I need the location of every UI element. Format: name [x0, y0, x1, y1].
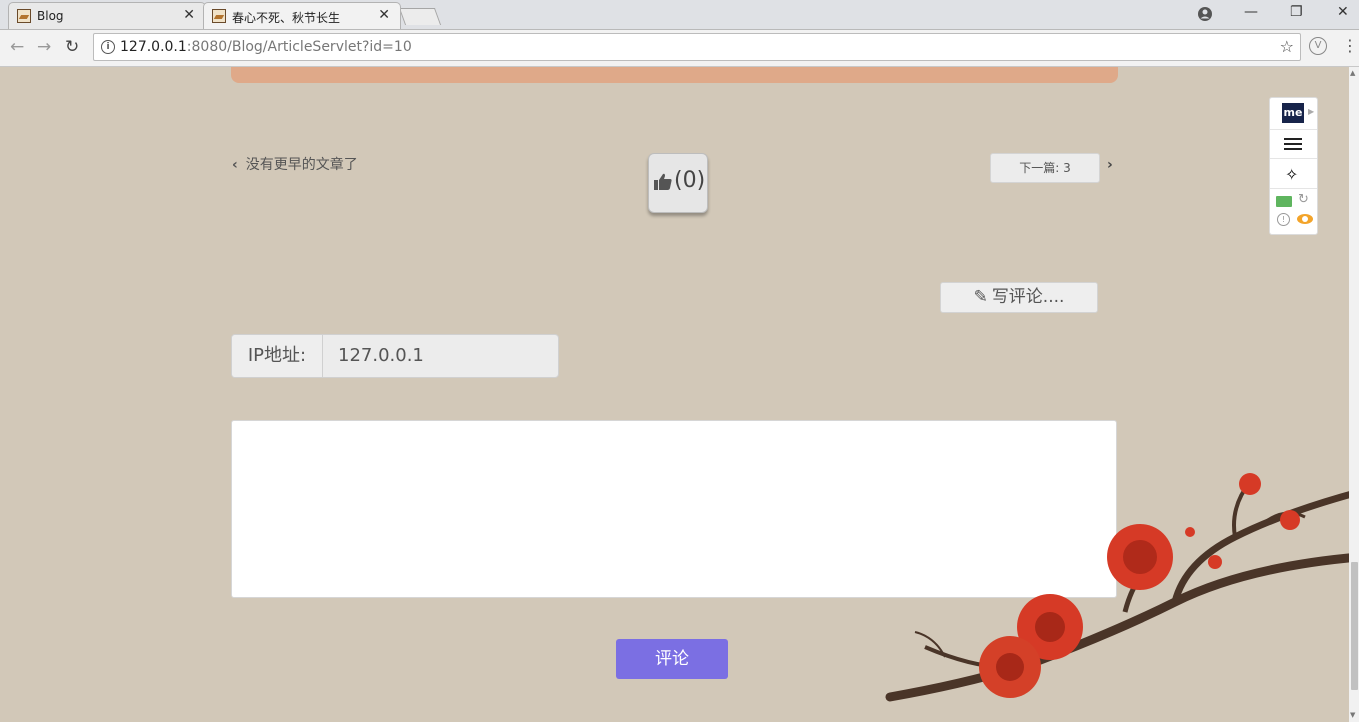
close-icon[interactable]: ✕	[378, 7, 390, 23]
scroll-up-arrow-icon[interactable]: ▲	[1350, 69, 1355, 77]
divider	[1270, 158, 1317, 159]
prev-article-label: 没有更早的文章了	[245, 157, 358, 173]
close-window-button[interactable]: ✕	[1337, 4, 1349, 20]
warning-icon[interactable]: !	[1277, 213, 1290, 226]
plum-blossom-decoration	[885, 473, 1359, 702]
divider	[1270, 188, 1317, 189]
article-footer-bar	[231, 67, 1118, 83]
profile-icon[interactable]	[1197, 6, 1213, 22]
close-icon[interactable]: ✕	[183, 7, 195, 23]
submit-comment-button[interactable]: 评论	[616, 639, 728, 679]
write-comment-label: 写评论....	[991, 287, 1065, 307]
pencil-icon: ✎	[973, 287, 988, 307]
magic-wand-icon[interactable]: ✧	[1285, 165, 1298, 184]
restore-button[interactable]: ❐	[1290, 4, 1303, 20]
extension-panel: me ▶ ✧ ↻ !	[1269, 97, 1318, 235]
page-favicon-icon	[212, 9, 226, 23]
tab-blog[interactable]: Blog ✕	[8, 2, 206, 29]
expand-arrow-icon[interactable]: ▶	[1308, 107, 1314, 116]
like-button[interactable]: (0)	[648, 153, 708, 213]
scroll-down-arrow-icon[interactable]: ▼	[1350, 711, 1355, 719]
chevron-right-icon[interactable]: ›	[1107, 157, 1113, 173]
prev-article-link: ‹ 没有更早的文章了	[232, 154, 358, 174]
forward-arrow-icon[interactable]: →	[37, 37, 51, 57]
browser-toolbar: ← → ↻ i 127.0.0.1:8080/Blog/ArticleServl…	[0, 30, 1359, 67]
like-count: (0)	[674, 168, 706, 193]
info-icon[interactable]: i	[101, 40, 115, 54]
me-logo-icon[interactable]: me	[1282, 103, 1304, 123]
ip-address-label: IP地址:	[232, 335, 323, 377]
ip-address-field: IP地址: 127.0.0.1	[231, 334, 559, 378]
menu-icon[interactable]	[1284, 138, 1302, 150]
thumbs-up-icon	[654, 173, 672, 190]
url-host: 127.0.0.1	[120, 39, 187, 55]
bookmark-star-icon[interactable]: ☆	[1280, 37, 1294, 56]
url-path: :8080/Blog/ArticleServlet?id=10	[186, 39, 412, 55]
minimize-button[interactable]: —	[1244, 4, 1258, 20]
browser-tab-bar: Blog ✕ 春心不死、秋节长生 ✕ — ❐ ✕	[0, 0, 1359, 30]
scrollbar-thumb[interactable]	[1351, 562, 1358, 690]
extension-v-icon[interactable]: V	[1309, 37, 1327, 55]
ip-address-value: 127.0.0.1	[338, 345, 424, 366]
reload-icon[interactable]: ↻	[65, 37, 79, 57]
tab-article[interactable]: 春心不死、秋节长生 ✕	[203, 2, 401, 29]
url-text[interactable]: 127.0.0.1:8080/Blog/ArticleServlet?id=10	[120, 39, 412, 55]
chevron-left-icon: ‹	[232, 157, 238, 173]
cast-icon[interactable]	[1276, 196, 1292, 207]
page-favicon-icon	[17, 9, 31, 23]
tab-title: Blog	[37, 9, 64, 23]
tab-title: 春心不死、秋节长生	[232, 11, 341, 25]
new-tab-button[interactable]	[398, 8, 442, 25]
back-arrow-icon[interactable]: ←	[10, 37, 24, 57]
write-comment-button[interactable]: ✎ 写评论....	[940, 282, 1098, 313]
browser-menu-icon[interactable]: ⋮	[1342, 36, 1358, 55]
divider	[1270, 129, 1317, 130]
page-content: ‹ 没有更早的文章了 (0) 下一篇: 3 › ✎ 写评论.... IP地址: 12…	[0, 67, 1359, 722]
next-article-button[interactable]: 下一篇: 3	[990, 153, 1100, 183]
eye-icon[interactable]	[1297, 214, 1313, 224]
refresh-icon[interactable]: ↻	[1298, 192, 1309, 207]
address-bar[interactable]: i 127.0.0.1:8080/Blog/ArticleServlet?id=…	[93, 33, 1301, 61]
